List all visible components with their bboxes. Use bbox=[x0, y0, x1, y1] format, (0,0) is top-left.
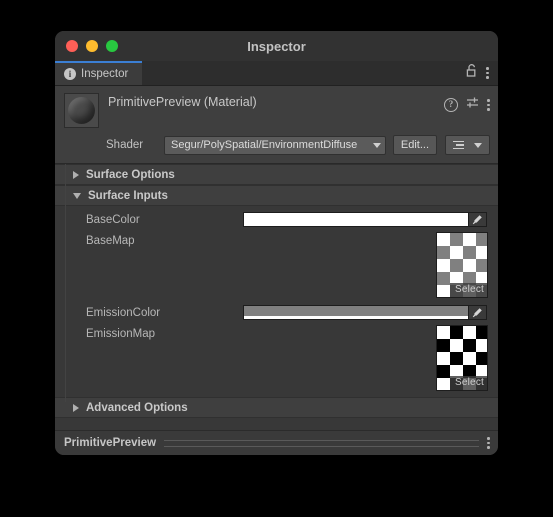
basecolor-label: BaseColor bbox=[86, 214, 140, 226]
emissionmap-select-button[interactable]: Select bbox=[450, 376, 487, 390]
footer-divider bbox=[164, 439, 479, 447]
property-row-emissionmap: EmissionMap Select bbox=[55, 325, 498, 397]
close-button[interactable] bbox=[66, 40, 78, 52]
tab-inspector-label: Inspector bbox=[81, 68, 129, 80]
tab-overflow-menu-icon[interactable] bbox=[486, 67, 489, 79]
section-surface-inputs[interactable]: Surface Inputs bbox=[55, 185, 498, 206]
shader-value: Segur/PolySpatial/EnvironmentDiffuse bbox=[171, 139, 358, 151]
inspector-body: Surface Options Surface Inputs BaseColor bbox=[55, 164, 498, 430]
property-row-emissioncolor: EmissionColor bbox=[55, 304, 498, 325]
material-header: PrimitivePreview (Material) ? Shader Seg… bbox=[55, 86, 498, 164]
material-sphere-preview-icon bbox=[64, 93, 99, 128]
basemap-select-button[interactable]: Select bbox=[450, 283, 487, 297]
asset-footer: PrimitivePreview bbox=[55, 430, 498, 455]
material-overflow-menu-icon[interactable] bbox=[487, 99, 490, 111]
asset-name: PrimitivePreview bbox=[64, 437, 157, 449]
basecolor-field[interactable] bbox=[243, 212, 487, 227]
emissioncolor-alpha-bar bbox=[244, 316, 468, 319]
chevron-down-icon bbox=[372, 142, 381, 148]
traffic-light-group bbox=[66, 40, 118, 52]
shader-label: Shader bbox=[106, 139, 144, 151]
chevron-right-icon bbox=[73, 170, 79, 179]
material-title: PrimitivePreview (Material) bbox=[108, 95, 257, 109]
shader-dropdown[interactable]: Segur/PolySpatial/EnvironmentDiffuse bbox=[164, 135, 386, 155]
window-titlebar: Inspector bbox=[55, 31, 498, 61]
basemap-texture-slot[interactable]: Select bbox=[436, 232, 488, 298]
section-surface-inputs-label: Surface Inputs bbox=[88, 189, 168, 202]
tab-inspector[interactable]: i Inspector bbox=[55, 61, 143, 85]
tab-strip: i Inspector bbox=[55, 61, 498, 86]
chevron-down-icon bbox=[73, 192, 81, 199]
edit-shader-button[interactable]: Edit... bbox=[392, 135, 437, 155]
chevron-down-icon bbox=[474, 142, 482, 148]
preset-dropdown[interactable] bbox=[445, 135, 490, 155]
section-surface-options[interactable]: Surface Options bbox=[55, 164, 498, 185]
eyedropper-icon[interactable] bbox=[469, 212, 487, 227]
material-header-actions: ? bbox=[444, 93, 490, 114]
maximize-button[interactable] bbox=[106, 40, 118, 52]
minimize-button[interactable] bbox=[86, 40, 98, 52]
section-surface-options-label: Surface Options bbox=[86, 168, 175, 181]
edit-shader-label: Edit... bbox=[400, 139, 429, 151]
emissioncolor-field[interactable] bbox=[243, 305, 487, 320]
window-title: Inspector bbox=[247, 38, 306, 54]
emissionmap-label: EmissionMap bbox=[86, 328, 156, 340]
property-row-basecolor: BaseColor bbox=[55, 211, 498, 232]
tab-strip-actions bbox=[466, 61, 498, 85]
preset-list-icon bbox=[453, 140, 464, 150]
emissioncolor-swatch[interactable] bbox=[243, 305, 469, 320]
footer-overflow-menu-icon[interactable] bbox=[487, 437, 490, 449]
basemap-label: BaseMap bbox=[86, 235, 135, 247]
surface-inputs-properties: BaseColor BaseMap Select EmissionColor E… bbox=[55, 206, 498, 397]
section-advanced-options[interactable]: Advanced Options bbox=[55, 397, 498, 418]
help-icon[interactable]: ? bbox=[444, 98, 458, 112]
chevron-right-icon bbox=[73, 403, 79, 412]
settings-sliders-icon[interactable] bbox=[466, 96, 479, 114]
emissionmap-texture-slot[interactable]: Select bbox=[436, 325, 488, 391]
property-row-basemap: BaseMap Select bbox=[55, 232, 498, 304]
emissioncolor-label: EmissionColor bbox=[86, 307, 161, 319]
info-icon: i bbox=[64, 68, 76, 80]
section-advanced-options-label: Advanced Options bbox=[86, 401, 188, 414]
inspector-window: Inspector i Inspector PrimitivePreview (… bbox=[55, 31, 498, 455]
eyedropper-icon[interactable] bbox=[469, 305, 487, 320]
lock-icon[interactable] bbox=[466, 64, 477, 82]
basecolor-swatch[interactable] bbox=[243, 212, 469, 227]
